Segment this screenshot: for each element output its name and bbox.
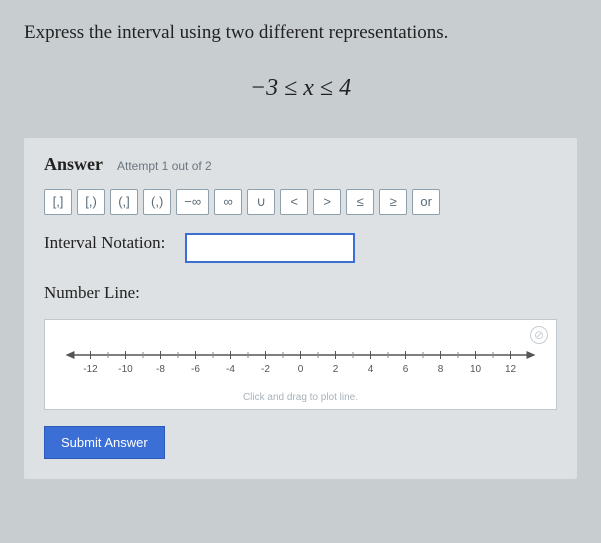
less-eq-button[interactable]: ≤	[346, 189, 374, 215]
greater-than-button[interactable]: >	[313, 189, 341, 215]
tick-label: -12	[83, 364, 98, 375]
clear-icon[interactable]: ⊘	[530, 326, 548, 344]
infinity-button[interactable]: ∞	[214, 189, 242, 215]
attempt-text: Attempt 1 out of 2	[117, 159, 212, 173]
answer-label: Answer	[44, 154, 103, 174]
interval-notation-input[interactable]	[185, 233, 355, 263]
greater-eq-button[interactable]: ≥	[379, 189, 407, 215]
union-button[interactable]: ∪	[247, 189, 275, 215]
submit-answer-button[interactable]: Submit Answer	[44, 426, 165, 459]
question-text: Express the interval using two different…	[24, 20, 577, 47]
tick-label: -8	[156, 364, 165, 375]
numberline-box[interactable]: ⊘ -12 -10 -8 -6 -4 -2 0 2 4 6 8 10 12 Click and drag…	[44, 319, 557, 410]
tick-label: -2	[261, 364, 270, 375]
tick-label: 4	[368, 364, 374, 375]
bracket-open-open-button[interactable]: (,)	[143, 189, 171, 215]
neg-infinity-button[interactable]: −∞	[176, 189, 209, 215]
numberline-section: Number Line: ⊘ -12 -10 -8 -6 -4 -2 0 2 4 6 8 10 12 C…	[44, 283, 557, 410]
bracket-closed-closed-button[interactable]: [,]	[44, 189, 72, 215]
interval-expression: −3 ≤ x ≤ 4	[24, 75, 577, 102]
tick-label: -6	[191, 364, 200, 375]
tick-label: 10	[470, 364, 482, 375]
or-button[interactable]: or	[412, 189, 440, 215]
tick-label: -10	[118, 364, 133, 375]
less-than-button[interactable]: <	[280, 189, 308, 215]
tick-label: 0	[298, 364, 304, 375]
bracket-closed-open-button[interactable]: [,)	[77, 189, 105, 215]
tick-label: 8	[438, 364, 444, 375]
symbol-button-row: [,] [,) (,] (,) −∞ ∞ ∪ < > ≤ ≥ or	[44, 189, 557, 215]
tick-label: -4	[226, 364, 235, 375]
tick-label: 2	[333, 364, 339, 375]
numberline-svg: -12 -10 -8 -6 -4 -2 0 2 4 6 8 10 12	[59, 340, 542, 390]
numberline-hint: Click and drag to plot line.	[59, 392, 542, 403]
bracket-open-closed-button[interactable]: (,]	[110, 189, 138, 215]
tick-label: 12	[505, 364, 517, 375]
interval-notation-label: Interval Notation:	[44, 233, 165, 253]
answer-header: Answer Attempt 1 out of 2	[44, 154, 557, 175]
tick-label: 6	[403, 364, 409, 375]
numberline-label: Number Line:	[44, 283, 140, 303]
answer-card: Answer Attempt 1 out of 2 [,] [,) (,] (,…	[24, 138, 577, 479]
interval-notation-row: Interval Notation:	[44, 233, 557, 263]
